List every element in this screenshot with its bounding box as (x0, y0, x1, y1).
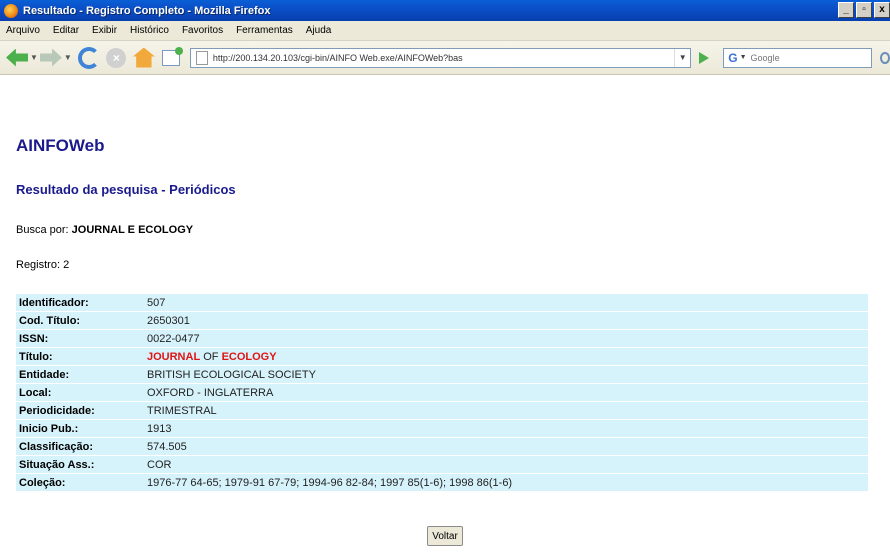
url-text[interactable]: http://200.134.20.103/cgi-bin/AINFO Web.… (213, 53, 674, 63)
search-box[interactable]: G ▼ (723, 47, 872, 68)
window-title: Resultado - Registro Completo - Mozilla … (23, 4, 271, 17)
page-icon (195, 50, 208, 65)
forward-history-dropdown-icon[interactable]: ▼ (64, 53, 72, 62)
forward-arrow-icon (39, 48, 62, 67)
field-label: Coleção: (16, 474, 144, 491)
busca-term: JOURNAL E ECOLOGY (71, 224, 194, 236)
stop-button[interactable]: × (106, 45, 127, 71)
maximize-button[interactable]: ▫ (856, 2, 872, 18)
field-label: Situação Ass.: (16, 456, 144, 473)
menu-ajuda[interactable]: Ajuda (306, 25, 332, 36)
firefox-icon (4, 3, 18, 18)
new-tab-icon (162, 46, 184, 66)
menu-historico[interactable]: Histórico (130, 25, 169, 36)
field-label: Entidade: (16, 366, 144, 383)
stop-icon: × (106, 47, 127, 68)
table-row: Identificador: 507 (16, 294, 868, 311)
field-value: COR (144, 456, 868, 473)
menu-exibir[interactable]: Exibir (92, 25, 117, 36)
table-row: Inicio Pub.: 1913 (16, 420, 868, 437)
field-label: Identificador: (16, 294, 144, 311)
home-button[interactable] (132, 45, 155, 71)
table-row: ISSN: 0022-0477 (16, 330, 868, 347)
field-value: 574.505 (144, 438, 868, 455)
field-value: OXFORD - INGLATERRA (144, 384, 868, 401)
back-history-dropdown-icon[interactable]: ▼ (30, 53, 38, 62)
field-label: Cod. Título: (16, 312, 144, 329)
table-row: Coleção: 1976-77 64-65; 1979-91 67-79; 1… (16, 474, 868, 491)
window-controls: _ ▫ x (838, 2, 890, 18)
window-titlebar[interactable]: Resultado - Registro Completo - Mozilla … (0, 0, 890, 21)
table-row: Título: JOURNAL OF ECOLOGY (16, 348, 868, 365)
back-button[interactable] (6, 45, 28, 71)
minimize-button[interactable]: _ (838, 2, 854, 18)
field-label: Título: (16, 348, 144, 365)
close-button[interactable]: x (874, 2, 890, 18)
go-button[interactable] (699, 51, 710, 64)
field-label: Periodicidade: (16, 402, 144, 419)
field-value: BRITISH ECOLOGICAL SOCIETY (144, 366, 868, 383)
field-label: Inicio Pub.: (16, 420, 144, 437)
field-value: 1913 (144, 420, 868, 437)
back-arrow-icon (6, 48, 28, 67)
title-connector: OF (200, 350, 222, 363)
record-table: Identificador: 507 Cod. Título: 2650301 … (16, 293, 868, 492)
table-row: Cod. Título: 2650301 (16, 312, 868, 329)
address-bar[interactable]: http://200.134.20.103/cgi-bin/AINFO Web.… (189, 47, 692, 68)
menu-ferramentas[interactable]: Ferramentas (236, 25, 293, 36)
menu-bar: Arquivo Editar Exibir Histórico Favorito… (0, 21, 890, 41)
reload-icon (77, 46, 100, 69)
table-row: Situação Ass.: COR (16, 456, 868, 473)
menu-favoritos[interactable]: Favoritos (182, 25, 223, 36)
field-value: 0022-0477 (144, 330, 868, 347)
table-row: Local: OXFORD - INGLATERRA (16, 384, 868, 401)
title-highlight-ecology: ECOLOGY (221, 350, 277, 363)
voltar-button[interactable]: Voltar (427, 526, 463, 546)
navigation-toolbar: ▼ ▼ × http://200.134.20.103/cgi-bin/AINF… (0, 41, 890, 75)
busca-line: Busca por: JOURNAL E ECOLOGY (16, 224, 193, 236)
field-label: Local: (16, 384, 144, 401)
site-title: AINFOWeb (16, 136, 105, 155)
menu-editar[interactable]: Editar (53, 25, 79, 36)
url-history-dropdown-icon[interactable]: ▼ (674, 48, 690, 67)
search-engine-dropdown-icon[interactable]: ▼ (740, 54, 747, 61)
reload-button[interactable] (77, 45, 100, 71)
home-icon (132, 47, 155, 68)
forward-button[interactable] (39, 45, 62, 71)
search-input[interactable] (750, 52, 871, 63)
field-value: 1976-77 64-65; 1979-91 67-79; 1994-96 82… (144, 474, 868, 491)
table-row: Periodicidade: TRIMESTRAL (16, 402, 868, 419)
search-magnifier-icon[interactable] (879, 51, 890, 64)
menu-arquivo[interactable]: Arquivo (6, 25, 40, 36)
busca-label: Busca por: (16, 224, 69, 236)
field-value: TRIMESTRAL (144, 402, 868, 419)
page-heading: Resultado da pesquisa - Periódicos (16, 182, 236, 197)
field-value-title: JOURNAL OF ECOLOGY (144, 348, 868, 365)
table-row: Entidade: BRITISH ECOLOGICAL SOCIETY (16, 366, 868, 383)
google-icon[interactable]: G (728, 51, 737, 65)
registro-line: Registro: 2 (16, 259, 70, 271)
field-label: Classificação: (16, 438, 144, 455)
table-row: Classificação: 574.505 (16, 438, 868, 455)
field-value: 2650301 (144, 312, 868, 329)
new-tab-button[interactable] (161, 45, 184, 71)
title-highlight-journal: JOURNAL (147, 350, 201, 363)
field-label: ISSN: (16, 330, 144, 347)
field-value: 507 (144, 294, 868, 311)
